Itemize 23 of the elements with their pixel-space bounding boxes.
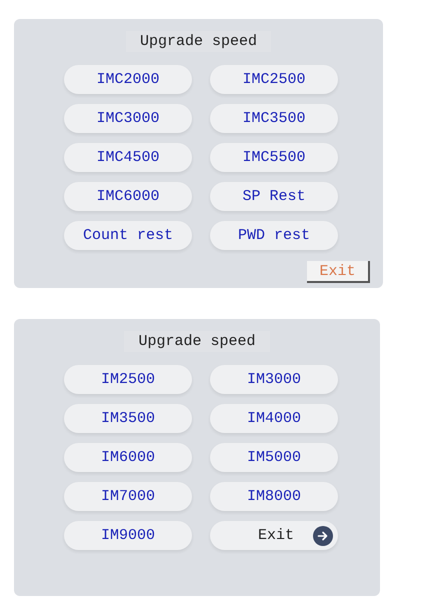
speed-button[interactable]: SP Rest [210, 182, 338, 211]
speed-button[interactable]: IM8000 [210, 482, 338, 511]
dialog-title: Upgrade speed [126, 31, 272, 52]
speed-button[interactable]: IMC2000 [64, 65, 192, 94]
speed-button[interactable]: IMC3500 [210, 104, 338, 133]
speed-button[interactable]: IMC5500 [210, 143, 338, 172]
dialog-title: Upgrade speed [124, 331, 270, 352]
speed-button[interactable]: IM7000 [64, 482, 192, 511]
speed-button[interactable]: IM9000 [64, 521, 192, 550]
speed-button[interactable]: IM6000 [64, 443, 192, 472]
speed-button[interactable]: IMC6000 [64, 182, 192, 211]
speed-button[interactable]: IM4000 [210, 404, 338, 433]
speed-button[interactable]: IM5000 [210, 443, 338, 472]
speed-button[interactable]: IM3500 [64, 404, 192, 433]
exit-button[interactable]: Exit [210, 521, 338, 550]
speed-button[interactable]: PWD rest [210, 221, 338, 250]
speed-button[interactable]: IM2500 [64, 365, 192, 394]
speed-button[interactable]: IMC3000 [64, 104, 192, 133]
speed-button[interactable]: IMC2500 [210, 65, 338, 94]
arrow-right-icon [313, 526, 333, 546]
speed-button[interactable]: IM3000 [210, 365, 338, 394]
speed-button[interactable]: IMC4500 [64, 143, 192, 172]
speed-button[interactable]: Count rest [64, 221, 192, 250]
